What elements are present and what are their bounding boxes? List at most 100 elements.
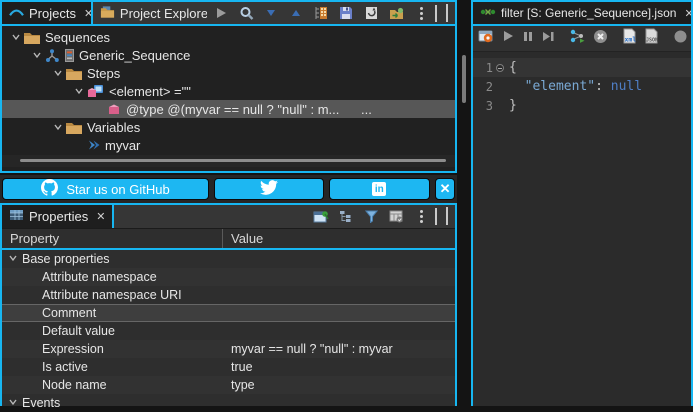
save-button[interactable] [338,5,354,21]
chevron-down-icon[interactable] [8,252,18,266]
code-line[interactable]: 2 "element": null [473,77,691,96]
code-editor[interactable]: 1{2 "element": null3} [473,52,691,115]
show-categories-button[interactable] [338,209,354,225]
tree-item[interactable]: <element> ="" [2,82,455,100]
editor-toolbar: xml JSON [473,26,691,52]
properties-tabbar: Properties ✕ [2,205,455,229]
chevron-down-icon[interactable] [50,68,66,78]
scrollbar-thumb[interactable] [20,159,446,162]
attribute-icon [108,103,121,115]
tree-item[interactable]: Generic_Sequence [2,46,455,64]
table-row[interactable]: Comment [2,304,455,322]
table-row[interactable]: Expressionmyvar == null ? "null" : myvar [2,340,455,358]
table-row[interactable]: Base properties [2,250,455,268]
save-icon [339,6,353,20]
project-explorer-icon [100,5,115,22]
tree-item-label: myvar [105,138,140,153]
pause-button[interactable] [522,30,534,48]
filter-button[interactable] [363,209,379,225]
linkedin-button[interactable]: in [329,178,431,200]
stop-icon [593,29,608,44]
column-header-value[interactable]: Value [223,231,263,246]
code-token: { [509,60,517,75]
tree-item-label: Sequences [45,30,110,45]
table-row[interactable]: Node nametype [2,376,455,394]
column-header-property[interactable]: Property [2,229,223,248]
chevron-down-icon[interactable] [29,50,45,60]
tab-project-explorer[interactable]: Project Explorer [93,2,207,24]
minimize-button[interactable] [435,6,437,21]
property-name: Attribute namespace [42,270,157,284]
sequence-icon [45,48,60,63]
transform-button[interactable] [569,29,586,48]
run-button[interactable] [213,5,229,21]
table-row[interactable]: Attribute namespace URI [2,286,455,304]
play-button[interactable] [501,29,515,48]
export-json-button[interactable]: JSON [644,28,659,49]
tab-properties-label: Properties [29,209,88,224]
code-line[interactable]: 1{ [473,58,691,77]
clipped-button[interactable] [673,29,688,49]
github-button-label: Star us on GitHub [66,182,169,197]
transform-icon [569,29,586,43]
tree-horizontal-scrollbar[interactable] [2,155,455,167]
search-button[interactable] [238,5,254,21]
stop-button[interactable] [593,29,608,49]
code-line[interactable]: 3} [473,96,691,115]
banner-close-button[interactable]: ✕ [435,178,455,200]
table-row[interactable]: Is activetrue [2,358,455,376]
twitter-button[interactable] [214,178,324,200]
pin-to-selection-button[interactable] [313,209,329,225]
tab-properties[interactable]: Properties ✕ [2,205,114,228]
tree-item[interactable]: Variables [2,118,455,136]
collapse-all-button[interactable] [263,5,279,21]
variable-icon [87,139,100,151]
tab-projects-close-icon[interactable]: ✕ [84,7,93,20]
property-name: Expression [42,342,104,356]
vertical-scrollbar-thumb[interactable] [462,55,466,103]
step-button[interactable] [541,30,555,48]
run-configuration-button[interactable] [478,29,494,48]
maximize-button[interactable] [446,6,448,21]
tab-projects[interactable]: Projects ✕ [2,2,93,24]
tree-item[interactable]: @type @(myvar == null ? "null" : m... ..… [2,100,455,118]
properties-rows: Base properties Attribute namespace Attrib… [2,250,455,412]
project-tree: SequencesGeneric_SequenceSteps<element> … [2,26,455,155]
github-icon [41,179,58,199]
fold-marker-icon[interactable] [493,64,506,72]
json-file-icon: JSON [644,28,659,44]
projects-wave-icon [9,5,24,21]
table-row[interactable]: Attribute namespace [2,268,455,286]
property-value-cell: true [223,360,455,374]
import-button[interactable] [388,5,404,21]
property-name: Default value [42,324,115,338]
tab-project-explorer-label: Project Explorer [120,6,207,21]
tab-filter-json[interactable]: filter [S: Generic_Sequence].json ✕ [473,2,691,24]
chevron-down-icon[interactable] [50,122,66,132]
table-row[interactable]: Events [2,394,455,412]
tree-item[interactable]: Steps [2,64,455,82]
linkedin-icon: in [372,182,386,196]
refresh-button[interactable] [363,5,379,21]
export-xml-button[interactable]: xml [622,28,637,49]
chevron-down-icon[interactable] [8,32,24,42]
projects-toolbar [207,2,435,24]
star-on-github-button[interactable]: Star us on GitHub [2,178,209,200]
chevron-down-icon[interactable] [8,396,18,410]
table-row[interactable]: Default value [2,322,455,340]
filter-file-icon [480,6,496,21]
maximize-button[interactable] [446,209,448,224]
tab-filter-json-close-icon[interactable]: ✕ [684,7,691,20]
view-menu-button[interactable] [413,209,429,225]
expand-all-button[interactable] [288,5,304,21]
chevron-down-icon[interactable] [71,86,87,96]
tab-properties-close-icon[interactable]: ✕ [96,210,105,223]
link-with-editor-button[interactable] [313,5,329,21]
overflow-icon [420,210,423,223]
view-menu-button[interactable] [413,5,429,21]
play-icon [501,29,515,43]
tree-item[interactable]: Sequences [2,28,455,46]
tree-item[interactable]: myvar [2,136,455,154]
configure-columns-button[interactable] [388,209,404,225]
minimize-button[interactable] [435,209,437,224]
